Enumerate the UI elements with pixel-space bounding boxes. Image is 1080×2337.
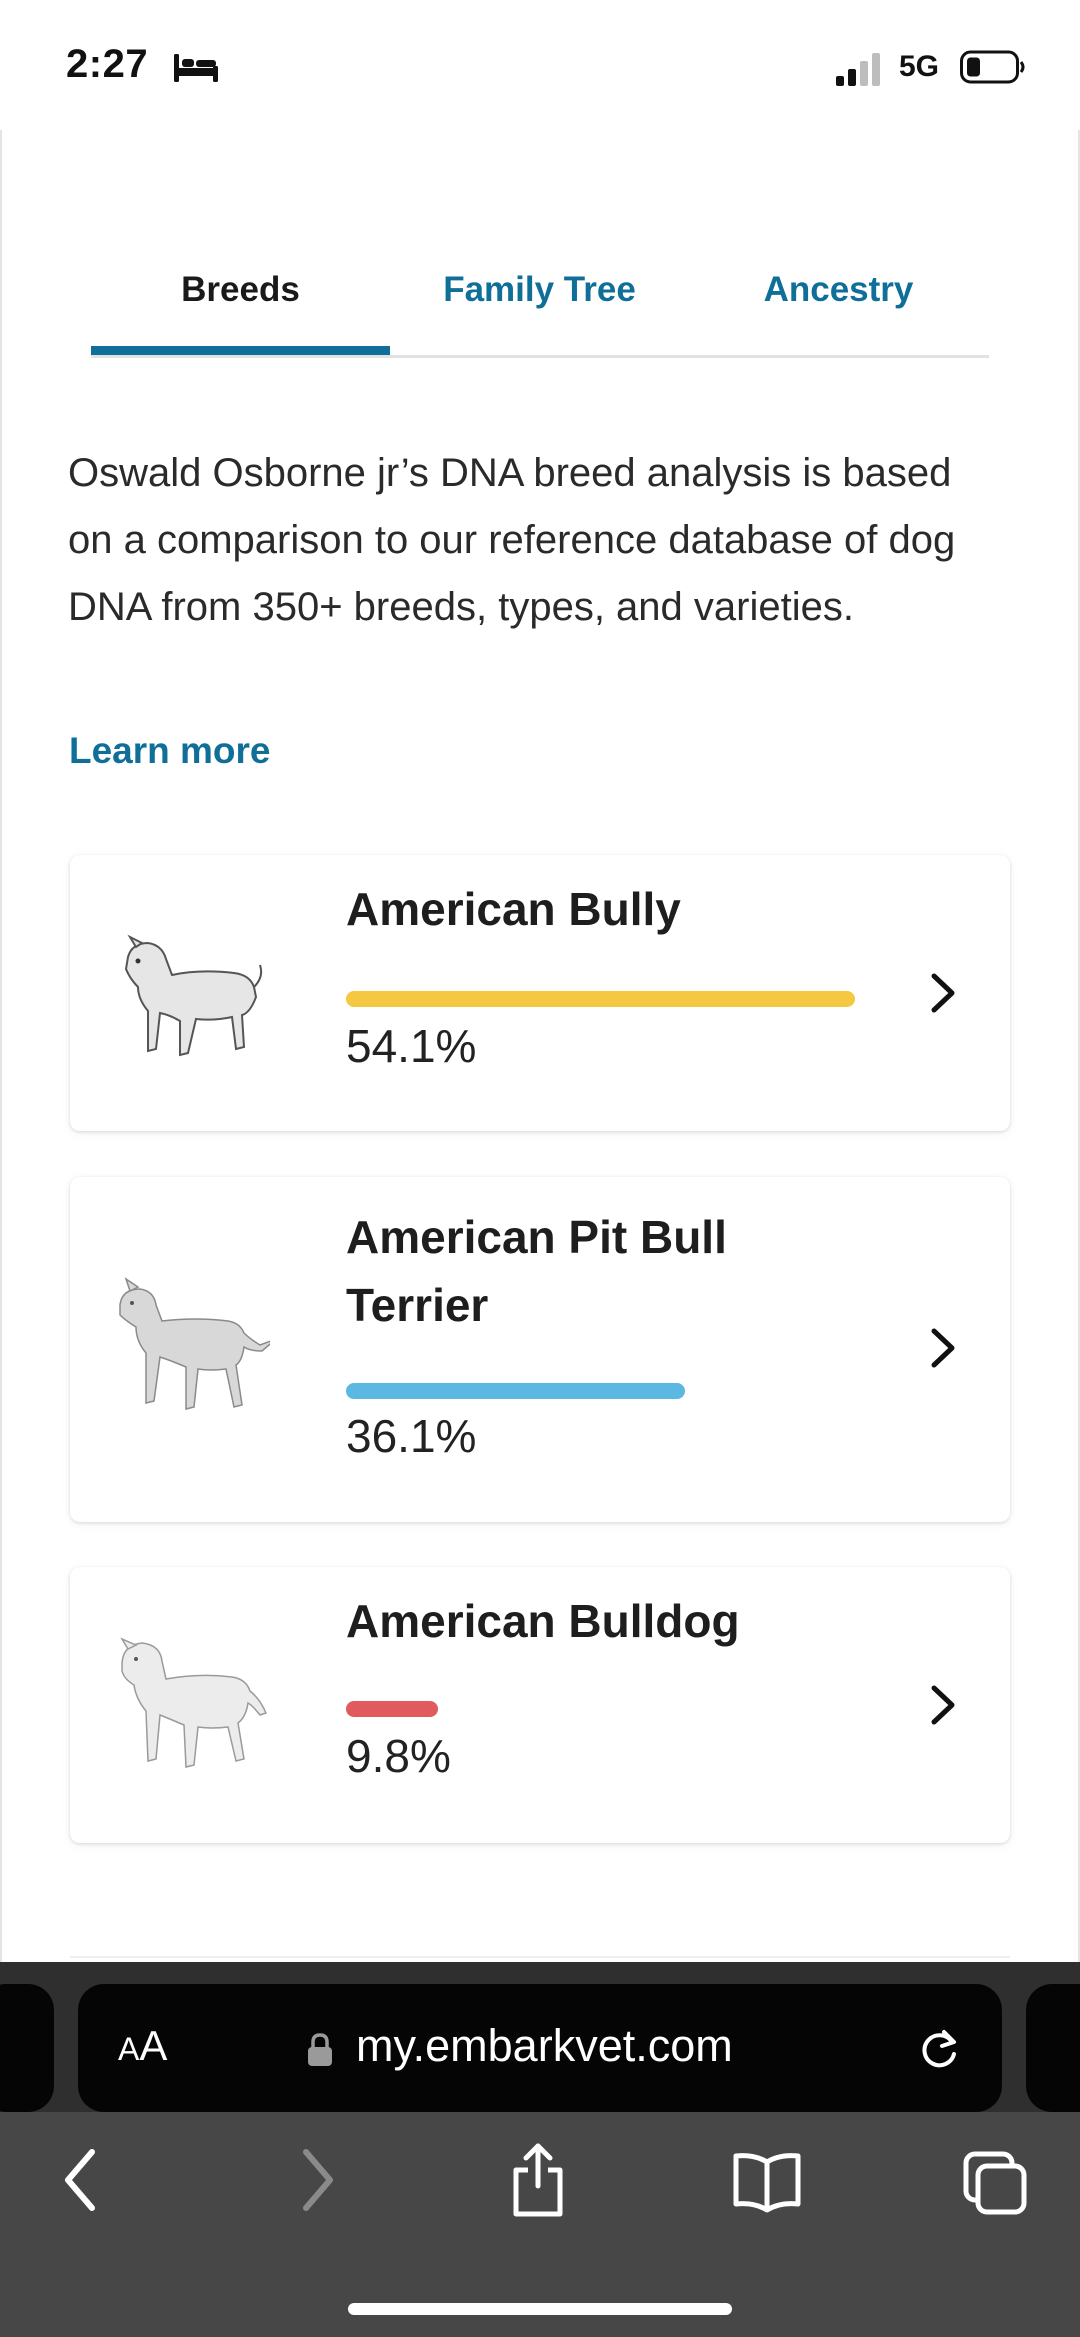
bookmarks-icon[interactable] — [730, 2140, 804, 2220]
tab-breeds[interactable]: Breeds — [91, 250, 390, 355]
tab-ancestry[interactable]: Ancestry — [689, 250, 988, 355]
next-card-edge — [70, 1956, 1010, 1958]
breed-name: American Bulldog — [346, 1595, 740, 1647]
american-bully-dog-image — [124, 934, 263, 1057]
address-bar[interactable]: AA my.embarkvet.com — [78, 1984, 1002, 2112]
forward-icon[interactable] — [292, 2140, 340, 2220]
learn-more-link[interactable]: Learn more — [69, 730, 271, 772]
status-time: 2:27 — [66, 42, 149, 86]
battery-icon — [960, 50, 1025, 84]
previous-tab-preview[interactable] — [0, 1984, 54, 2112]
breed-name: American Bully — [346, 883, 681, 935]
chevron-right-icon — [931, 1685, 955, 1725]
breed-percentage-bar — [346, 1383, 685, 1399]
breed-card-american-pit-bull-terrier[interactable]: American Pit Bull Terrier 36.1% — [70, 1177, 1010, 1522]
tab-family-tree[interactable]: Family Tree — [390, 250, 689, 355]
chevron-right-icon — [931, 1328, 955, 1368]
text-size-button[interactable]: AA — [118, 2022, 167, 2070]
status-bar: 2:27 5G — [0, 0, 1080, 130]
network-label: 5G — [899, 50, 940, 83]
breed-percentage-bar — [346, 1701, 438, 1717]
back-icon[interactable] — [58, 2140, 106, 2220]
breed-percentage-bar — [346, 991, 855, 1007]
browser-toolbar: AA my.embarkvet.com — [0, 1962, 1080, 2337]
share-icon[interactable] — [506, 2140, 570, 2220]
tabs-icon[interactable] — [962, 2140, 1030, 2220]
breed-card-american-bulldog[interactable]: American Bulldog 9.8% — [70, 1567, 1010, 1843]
cellular-signal-icon — [836, 53, 880, 86]
breed-percentage: 36.1% — [346, 1410, 477, 1462]
tab-bar: Breeds Family Tree Ancestry — [91, 250, 989, 358]
chevron-right-icon — [931, 973, 955, 1013]
url-text: my.embarkvet.com — [356, 2020, 733, 2071]
breed-percentage: 9.8% — [346, 1730, 451, 1782]
breed-analysis-description: Oswald Osborne jr’s DNA breed analysis i… — [68, 451, 956, 629]
lock-icon — [308, 2033, 332, 2066]
home-indicator — [348, 2303, 732, 2315]
next-tab-preview[interactable] — [1026, 1984, 1080, 2112]
american-bulldog-dog-image — [120, 1637, 268, 1768]
american-pit-bull-terrier-dog-image — [119, 1277, 270, 1410]
breed-name: American Pit Bull Terrier — [346, 1211, 727, 1331]
active-tab-indicator — [91, 346, 390, 355]
address-bar-area: AA my.embarkvet.com — [0, 1962, 1080, 2112]
breed-percentage: 54.1% — [346, 1020, 477, 1072]
reload-icon[interactable] — [914, 2024, 964, 2074]
sleep-focus-icon — [174, 54, 218, 82]
breed-card-american-bully[interactable]: American Bully 54.1% — [70, 855, 1010, 1131]
